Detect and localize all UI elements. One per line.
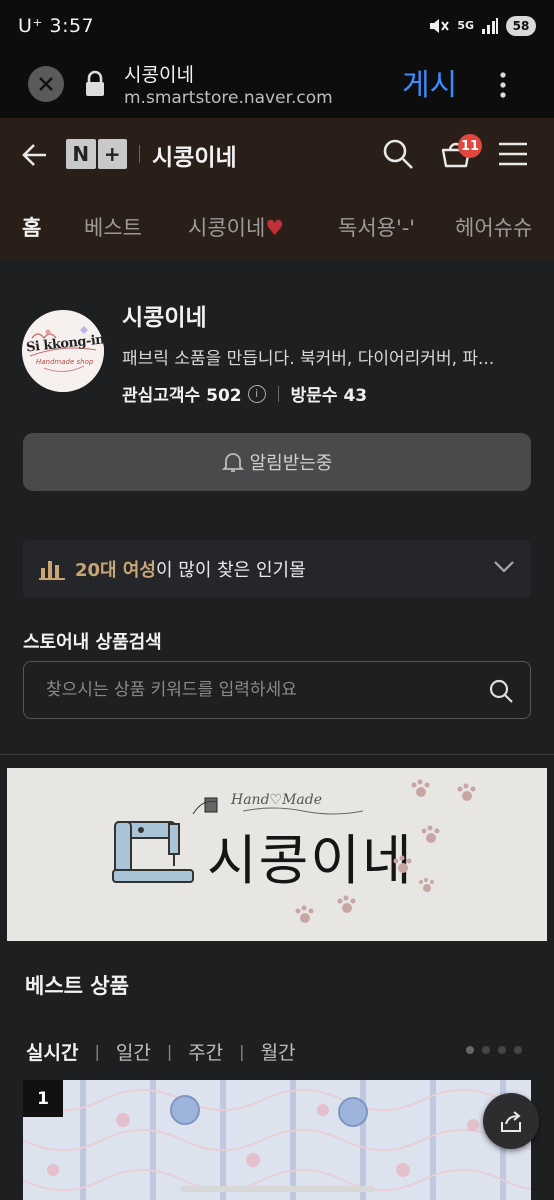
paw-prints-decoration (295, 779, 476, 923)
store-stats: 관심고객수 502 i 방문수 43 (122, 381, 367, 406)
section-divider (0, 754, 554, 755)
lock-icon (86, 70, 104, 96)
store-profile: 시콩이네 패브릭 소품을 만듭니다. 북커버, 다이어리커버, 파... 관심고… (0, 260, 554, 540)
share-icon (501, 1111, 521, 1132)
logo-plus: + (97, 139, 127, 169)
period-tab-daily[interactable]: 일간 (116, 1038, 151, 1065)
bar-chart-icon (39, 561, 65, 580)
product-image[interactable] (23, 1080, 531, 1200)
info-icon[interactable]: i (247, 384, 266, 403)
header-divider (139, 145, 140, 163)
period-tab-weekly[interactable]: 주간 (188, 1038, 223, 1065)
carousel-indicator (466, 1046, 522, 1054)
network-icon: 5G (457, 19, 474, 32)
battery-icon: 58 (506, 16, 536, 36)
carousel-dot[interactable] (514, 1046, 522, 1054)
status-time: U⁺ 3:57 (18, 15, 95, 37)
stats-divider (277, 385, 279, 402)
tab-best[interactable]: 베스트 (84, 212, 142, 242)
period-tab-monthly[interactable]: 월간 (261, 1038, 296, 1065)
store-description[interactable]: 패브릭 소품을 만듭니다. 북커버, 다이어리커버, 파... (122, 344, 538, 369)
popular-highlight: 20대 여성 (75, 560, 156, 581)
status-icons: 5G 58 (428, 16, 536, 36)
store-banner[interactable]: Hand♡Made 시콩이네 (7, 768, 547, 941)
store-logo-image (22, 310, 104, 392)
carousel-dot[interactable] (466, 1046, 474, 1054)
period-separator: | (239, 1042, 245, 1061)
more-options-icon[interactable] (498, 70, 508, 100)
browser-bar: 시콩이네 m.smartstore.naver.com 게시 (0, 52, 554, 118)
tab-reading[interactable]: 독서용'-' (338, 212, 415, 242)
notification-label: 알림받는중 (249, 453, 333, 474)
store-search-title: 스토어내 상품검색 (23, 632, 162, 653)
best-products-title: 베스트 상품 (25, 974, 129, 998)
quilted-fabric-image (23, 1080, 531, 1200)
period-tabs: 실시간 | 일간 | 주간 | 월간 (26, 1038, 296, 1065)
rank-badge: 1 (23, 1080, 63, 1117)
carousel-dot[interactable] (482, 1046, 490, 1054)
period-separator: | (94, 1042, 100, 1061)
share-button[interactable] (483, 1093, 539, 1149)
visitors-count: 방문수 43 (290, 386, 368, 406)
mute-icon (430, 19, 450, 33)
header-store-name[interactable]: 시콩이네 (152, 138, 237, 172)
store-nav-tabs: 홈 베스트 시콩이네♥ 독서용'-' 헤어슈슈 (0, 192, 554, 260)
tab-sikong[interactable]: 시콩이네♥ (188, 212, 284, 242)
store-avatar (22, 310, 104, 392)
carousel-dot[interactable] (498, 1046, 506, 1054)
naver-plus-logo[interactable]: N + (66, 139, 127, 169)
hamburger-menu-icon[interactable] (498, 142, 528, 166)
cart-count-badge: 11 (458, 134, 482, 158)
status-bar: U⁺ 3:57 5G 58 (0, 0, 554, 52)
browser-page-title: 시콩이네 (124, 64, 194, 86)
close-button[interactable] (28, 66, 64, 102)
store-name: 시콩이네 (122, 305, 207, 331)
post-button[interactable]: 게시 (402, 60, 457, 104)
popular-demographic-bar[interactable]: 20대 여성 이 많이 찾은 인기몰 (23, 540, 531, 598)
followers-count: 관심고객수 502 (122, 386, 242, 406)
bell-icon (221, 453, 244, 472)
notification-toggle-button[interactable]: 알림받는중 (23, 433, 531, 491)
signal-icon (482, 18, 498, 34)
browser-url[interactable]: m.smartstore.naver.com (124, 88, 333, 108)
back-arrow-icon[interactable] (20, 140, 50, 170)
search-icon[interactable] (488, 678, 514, 704)
chevron-down-icon (494, 561, 514, 573)
heart-icon: ♥ (265, 216, 285, 240)
logo-n: N (66, 139, 96, 169)
search-icon[interactable] (382, 138, 414, 170)
close-icon (39, 77, 53, 91)
store-search-box (23, 661, 531, 719)
tab-sikong-label: 시콩이네 (188, 216, 266, 240)
period-separator: | (166, 1042, 173, 1061)
tab-hair-scrunchie[interactable]: 헤어슈슈 (455, 212, 532, 242)
tab-home[interactable]: 홈 (22, 212, 41, 242)
period-tab-realtime[interactable]: 실시간 (26, 1038, 78, 1065)
popular-text: 이 많이 찾은 인기몰 (156, 560, 306, 581)
store-search-input[interactable] (46, 662, 466, 718)
home-indicator[interactable] (180, 1186, 374, 1192)
